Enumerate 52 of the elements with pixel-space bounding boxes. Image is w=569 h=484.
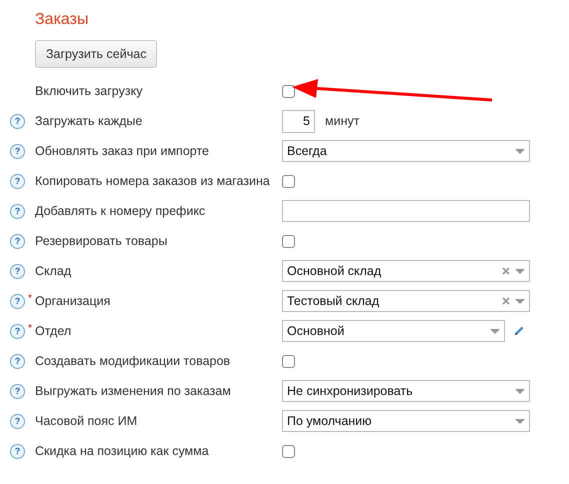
caret-icon <box>515 388 525 394</box>
field-label: Добавлять к номеру префикс <box>35 204 206 218</box>
field-label: Выгружать изменения по заказам <box>35 384 231 398</box>
select-field[interactable]: Не синхронизировать <box>282 380 530 402</box>
checkbox[interactable] <box>282 84 295 98</box>
caret-icon <box>515 148 525 154</box>
field-label: Скидка на позицию как сумма <box>35 444 209 458</box>
checkbox[interactable] <box>282 234 295 248</box>
caret-icon <box>515 298 525 304</box>
help-button[interactable]: ? <box>10 294 25 308</box>
help-button[interactable]: ? <box>10 234 25 248</box>
checkbox[interactable] <box>282 354 295 368</box>
load-now-button[interactable]: Загрузить сейчас <box>35 40 158 68</box>
select-field[interactable]: Основной склад <box>282 260 530 282</box>
required-mark: * <box>28 322 32 336</box>
help-button[interactable]: ? <box>10 324 25 338</box>
required-mark: * <box>28 292 32 306</box>
help-button[interactable]: ? <box>10 174 25 188</box>
field-label: Часовой пояс ИМ <box>35 414 138 428</box>
clear-icon[interactable] <box>502 297 510 305</box>
text-field[interactable] <box>282 200 530 222</box>
clear-icon[interactable] <box>502 267 510 275</box>
help-button[interactable]: ? <box>10 114 25 128</box>
help-button[interactable]: ? <box>10 384 25 398</box>
field-label: Склад <box>35 264 72 278</box>
section-title: Заказы <box>35 10 90 30</box>
pencil-icon[interactable] <box>513 325 525 337</box>
select-field[interactable]: Тестовый склад <box>282 290 530 312</box>
help-button[interactable]: ? <box>10 264 25 278</box>
caret-icon <box>515 268 525 274</box>
checkbox[interactable] <box>282 444 295 458</box>
help-button[interactable]: ? <box>10 144 25 158</box>
caret-icon <box>515 418 525 424</box>
caret-icon <box>490 328 500 334</box>
select-field[interactable]: Основной <box>282 320 505 342</box>
help-button[interactable]: ? <box>10 444 25 458</box>
field-label: Отдел <box>35 324 72 338</box>
unit-label: минут <box>325 112 360 130</box>
field-label: Копировать номера заказов из магазина <box>35 174 270 188</box>
field-label: Резервировать товары <box>35 234 168 248</box>
field-label: Организация <box>35 294 110 308</box>
help-button[interactable]: ? <box>10 204 25 218</box>
checkbox[interactable] <box>282 174 295 188</box>
help-button[interactable]: ? <box>10 414 25 428</box>
number-field[interactable]: 5 <box>282 110 315 132</box>
select-field[interactable]: По умолчанию <box>282 410 530 432</box>
field-label: Обновлять заказ при импорте <box>35 144 209 158</box>
field-label: Включить загрузку <box>35 84 142 98</box>
field-label: Создавать модификации товаров <box>35 354 230 368</box>
field-label: Загружать каждые <box>35 114 142 128</box>
help-button[interactable]: ? <box>10 354 25 368</box>
select-field[interactable]: Всегда <box>282 140 530 162</box>
